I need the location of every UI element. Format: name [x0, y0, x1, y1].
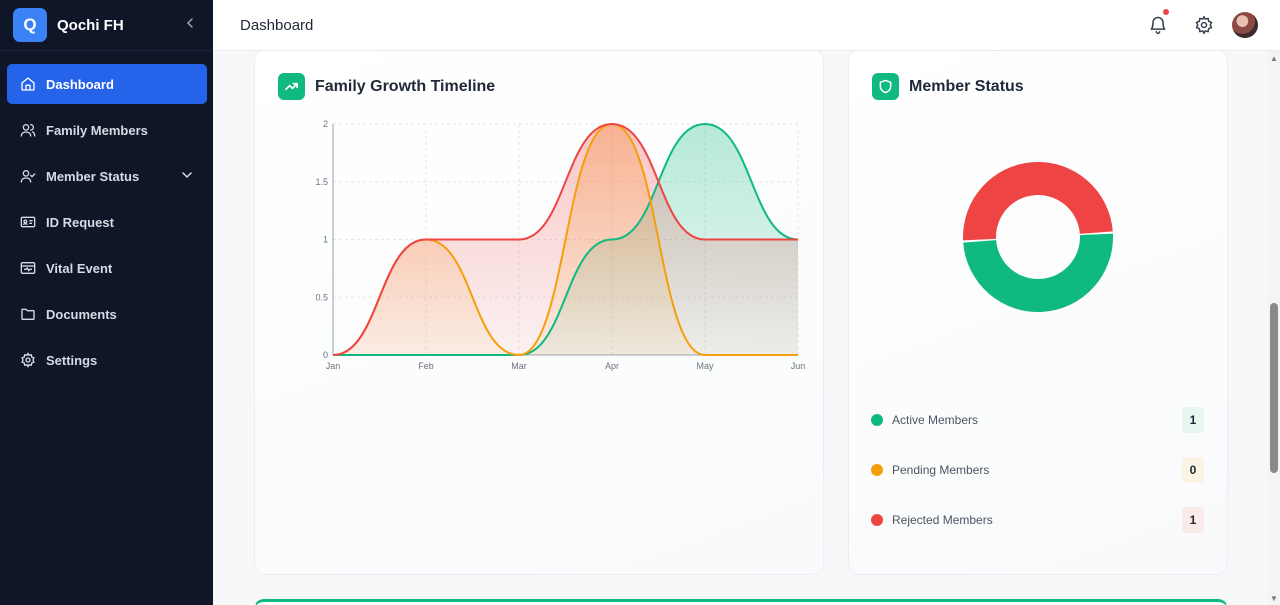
legend-count: 1 [1182, 507, 1204, 533]
collapse-sidebar-button[interactable] [180, 16, 200, 34]
shield-icon [872, 73, 899, 100]
gear-icon [21, 352, 35, 368]
sidebar-item-family-members[interactable]: Family Members [7, 110, 207, 150]
brand-name: Qochi FH [57, 16, 124, 34]
legend-count: 0 [1182, 457, 1204, 483]
gear-icon [1195, 15, 1213, 35]
brand-logo[interactable]: Q [13, 8, 47, 42]
legend-active[interactable]: Active Members 1 [871, 407, 1204, 433]
x-tick-label: Jan [326, 361, 341, 371]
legend-dot-active [871, 414, 883, 426]
home-icon [21, 77, 35, 91]
id-card-icon [20, 216, 36, 228]
folder-icon [21, 308, 35, 320]
sidebar-item-label: Family Members [46, 122, 148, 138]
sidebar-item-settings[interactable]: Settings [7, 340, 207, 380]
sidebar-item-label: ID Request [46, 214, 114, 230]
main-content: Family Growth Timeline 0 0.5 1 1.5 2 Jan Feb Ma… [213, 51, 1268, 605]
card-title: Member Status [909, 77, 1024, 95]
x-tick-label: May [696, 361, 714, 371]
bell-icon [1150, 16, 1166, 35]
scroll-up-arrow[interactable]: ▲ [1270, 55, 1278, 63]
chevron-down-icon[interactable] [181, 169, 193, 181]
y-tick-label: 0.5 [315, 292, 328, 302]
legend-label: Pending Members [892, 463, 990, 477]
family-growth-chart: 0 0.5 1 1.5 2 Jan Feb Mar Apr May Jun [315, 119, 806, 371]
y-tick-label: 1 [323, 235, 328, 245]
top-actions [1126, 9, 1258, 39]
page-title: Dashboard [240, 16, 314, 34]
sidebar: Q Qochi FH Dashboard Family Members Memb… [0, 0, 213, 605]
legend-dot-pending [871, 464, 883, 476]
user-check-icon [20, 170, 36, 183]
sidebar-item-label: Dashboard [46, 76, 114, 92]
page-scrollbar[interactable]: ▲ ▼ [1268, 51, 1280, 605]
trending-up-icon [278, 73, 305, 100]
legend-dot-rejected [871, 514, 883, 526]
sidebar-item-dashboard[interactable]: Dashboard [7, 64, 207, 104]
brand: Q Qochi FH [0, 0, 213, 51]
legend-pending[interactable]: Pending Members 0 [871, 457, 1204, 483]
sidebar-item-label: Settings [46, 352, 98, 368]
avatar[interactable] [1232, 12, 1258, 38]
card-header: Member Status [872, 73, 1024, 100]
donut-slice[interactable] [963, 162, 1113, 241]
next-card [254, 599, 1228, 605]
scroll-down-arrow[interactable]: ▼ [1270, 595, 1278, 603]
sidebar-item-label: Documents [46, 306, 117, 322]
y-tick-label: 1.5 [315, 177, 328, 187]
member-status-card: Member Status Active Members 1 Pending M… [848, 51, 1228, 575]
x-tick-label: Feb [418, 361, 434, 371]
y-tick-label: 0 [323, 350, 328, 360]
sidebar-item-label: Vital Event [46, 260, 113, 276]
legend-label: Active Members [892, 413, 979, 427]
legend-rejected[interactable]: Rejected Members 1 [871, 507, 1204, 533]
legend-count: 1 [1182, 407, 1204, 433]
donut-slice[interactable] [963, 233, 1113, 313]
sidebar-item-label: Member Status [46, 168, 140, 184]
notifications-button[interactable] [1144, 9, 1172, 39]
sidebar-item-vital-event[interactable]: Vital Event [7, 248, 207, 288]
chevron-left-icon [186, 18, 193, 28]
users-icon [20, 124, 36, 137]
legend-label: Rejected Members [892, 513, 993, 527]
family-growth-card: Family Growth Timeline 0 0.5 1 1.5 2 Jan Feb Ma… [254, 51, 824, 575]
card-title: Family Growth Timeline [315, 77, 496, 95]
settings-button[interactable] [1190, 11, 1218, 39]
member-status-donut [963, 162, 1113, 313]
y-tick-label: 2 [323, 119, 328, 129]
notification-dot [1163, 9, 1169, 15]
x-tick-label: Mar [511, 361, 527, 371]
x-tick-label: Apr [605, 361, 619, 371]
vital-icon [20, 262, 36, 274]
card-header: Family Growth Timeline [278, 73, 495, 100]
topbar: Dashboard [213, 0, 1280, 51]
sidebar-item-id-request[interactable]: ID Request [7, 202, 207, 242]
sidebar-item-member-status[interactable]: Member Status [7, 156, 207, 196]
scroll-thumb[interactable] [1270, 303, 1278, 473]
sidebar-item-documents[interactable]: Documents [7, 294, 207, 334]
x-tick-label: Jun [791, 361, 806, 371]
sidebar-nav: Dashboard Family Members Member Status I… [0, 51, 213, 380]
